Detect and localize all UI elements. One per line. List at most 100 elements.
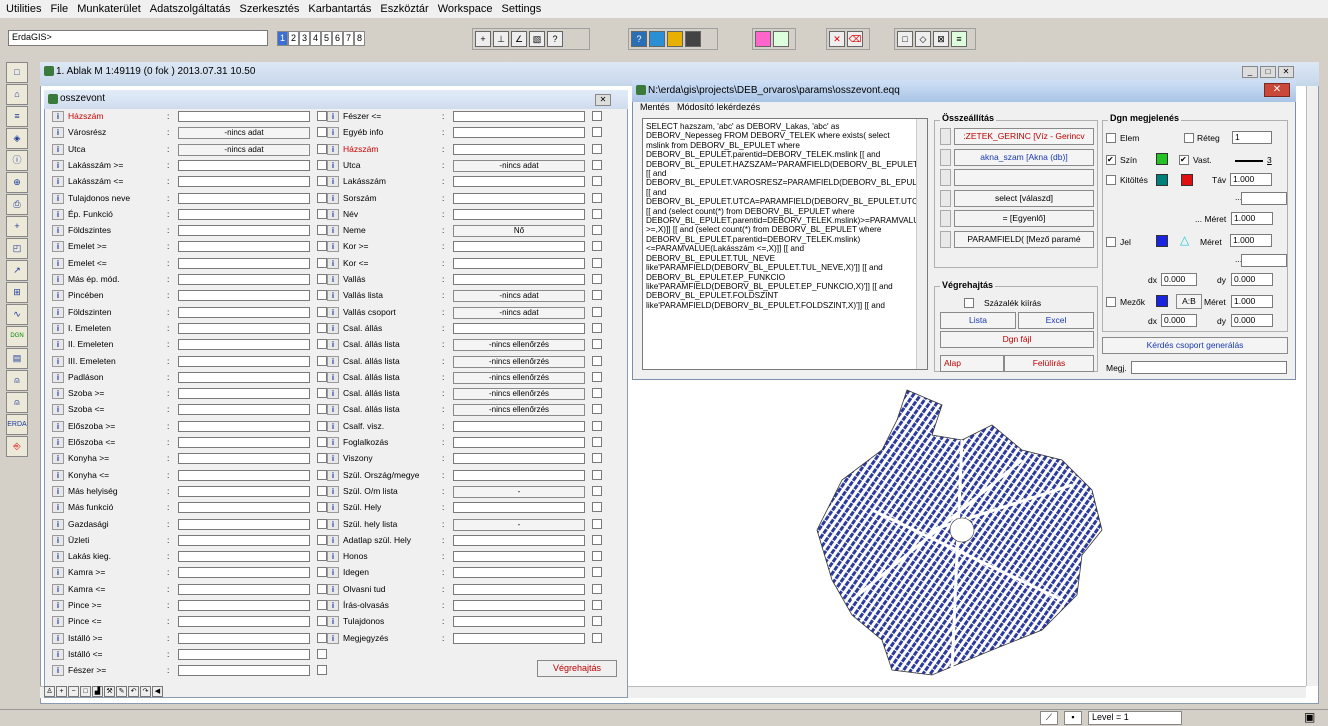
- menu-7[interactable]: Workspace: [438, 3, 493, 15]
- info-icon[interactable]: i: [327, 518, 339, 530]
- info-icon[interactable]: i: [52, 437, 64, 448]
- meret-input-3[interactable]: 1.000: [1231, 295, 1273, 308]
- menu-5[interactable]: Karbantartás: [308, 3, 371, 15]
- row-checkbox[interactable]: [592, 208, 602, 219]
- value-select-button[interactable]: -nincs adat: [178, 127, 310, 140]
- info-icon[interactable]: i: [327, 111, 339, 122]
- value-select-button[interactable]: -nincs ellenőrzés: [453, 404, 585, 417]
- info-icon[interactable]: i: [327, 420, 339, 432]
- row-checkbox[interactable]: [592, 176, 602, 187]
- value-input[interactable]: [178, 632, 310, 644]
- menu-2[interactable]: Munkaterület: [77, 3, 141, 15]
- value-input[interactable]: [453, 534, 585, 546]
- row-checkbox[interactable]: [592, 420, 602, 431]
- param-handle[interactable]: [940, 128, 951, 145]
- info-icon[interactable]: i: [52, 583, 64, 595]
- info-icon[interactable]: i: [327, 567, 339, 579]
- info-icon[interactable]: i: [327, 225, 339, 237]
- row-checkbox[interactable]: [317, 176, 327, 187]
- report-icon[interactable]: ▤: [6, 348, 28, 369]
- value-input[interactable]: [453, 632, 585, 644]
- info-icon[interactable]: i: [52, 420, 64, 432]
- row-checkbox[interactable]: [592, 111, 602, 121]
- info-icon[interactable]: i: [52, 176, 64, 188]
- row-checkbox[interactable]: [317, 567, 327, 578]
- command-input[interactable]: ErdaGIS>: [8, 30, 268, 46]
- reteg-checkbox[interactable]: [1184, 133, 1194, 143]
- execute-button[interactable]: Végrehajtás: [537, 660, 617, 677]
- param-handle[interactable]: [940, 231, 951, 248]
- add-icon[interactable]: +: [6, 216, 28, 237]
- value-input[interactable]: [453, 208, 585, 220]
- menu-6[interactable]: Eszköztár: [380, 3, 428, 15]
- info-icon[interactable]: i: [327, 583, 339, 595]
- info-icon[interactable]: i: [52, 469, 64, 481]
- row-checkbox[interactable]: [317, 648, 327, 659]
- value-input[interactable]: [178, 616, 310, 628]
- info-icon[interactable]: i: [327, 632, 339, 644]
- cross-select-icon[interactable]: ⊠: [933, 31, 949, 47]
- value-input[interactable]: [453, 111, 585, 122]
- value-input[interactable]: [453, 143, 585, 155]
- row-checkbox[interactable]: [592, 127, 602, 138]
- info-icon[interactable]: i: [327, 551, 339, 563]
- symbol-input[interactable]: [1241, 254, 1287, 267]
- value-select-button[interactable]: -nincs ellenőrzés: [453, 388, 585, 401]
- info-icon[interactable]: i: [52, 600, 64, 611]
- info-icon[interactable]: i: [52, 241, 64, 253]
- vast-value[interactable]: 3: [1267, 155, 1272, 165]
- value-input[interactable]: [178, 241, 310, 253]
- value-select-button[interactable]: -nincs adat: [453, 290, 585, 303]
- value-input[interactable]: [453, 437, 585, 448]
- param-handle[interactable]: [940, 148, 951, 166]
- plus-icon[interactable]: +: [56, 686, 67, 697]
- info-icon[interactable]: i: [52, 616, 64, 628]
- value-input[interactable]: [453, 257, 585, 269]
- grid-list-icon[interactable]: ≡: [951, 31, 967, 47]
- row-checkbox[interactable]: [317, 127, 327, 138]
- row-checkbox[interactable]: [592, 371, 602, 382]
- pin-icon[interactable]: ♙: [44, 686, 55, 697]
- info-icon[interactable]: i: [52, 355, 64, 367]
- info-icon[interactable]: i: [52, 159, 64, 171]
- save-icon[interactable]: ▣: [1304, 710, 1320, 725]
- row-checkbox[interactable]: [592, 616, 602, 627]
- shape-select-icon[interactable]: ◇: [915, 31, 931, 47]
- value-input[interactable]: [453, 241, 585, 253]
- kitoltes-color-swatch[interactable]: [1156, 174, 1168, 186]
- row-checkbox[interactable]: [317, 355, 327, 366]
- param-button[interactable]: :ZETEK_GERINC [Víz - Gerincv: [954, 128, 1094, 145]
- minimize-icon[interactable]: _: [1242, 66, 1258, 78]
- alap-button[interactable]: Alap: [940, 355, 1004, 372]
- param-handle[interactable]: [940, 189, 951, 207]
- undo-icon[interactable]: ↶: [128, 686, 139, 697]
- angle-icon[interactable]: ∠: [511, 31, 527, 47]
- jel-color-swatch[interactable]: [1156, 235, 1168, 247]
- value-input[interactable]: [453, 567, 585, 579]
- info-icon[interactable]: i: [52, 111, 64, 122]
- info-icon[interactable]: i: [52, 534, 64, 546]
- view-8-button[interactable]: 8: [354, 31, 365, 46]
- value-input[interactable]: [453, 469, 585, 481]
- value-input[interactable]: [178, 437, 310, 448]
- row-checkbox[interactable]: [592, 339, 602, 350]
- osszevont-close-icon[interactable]: ✕: [595, 94, 611, 106]
- row-checkbox[interactable]: [592, 290, 602, 301]
- info-icon[interactable]: i: [52, 290, 64, 302]
- row-checkbox[interactable]: [592, 534, 602, 545]
- menu-1[interactable]: File: [50, 3, 68, 15]
- row-checkbox[interactable]: [317, 159, 327, 170]
- clear-icon[interactable]: ⌫: [847, 31, 863, 47]
- cube-icon[interactable]: ◈: [6, 128, 28, 149]
- list-lines-icon[interactable]: ≡: [6, 106, 28, 127]
- row-checkbox[interactable]: [592, 192, 602, 203]
- table-icon[interactable]: [649, 31, 665, 47]
- info-icon[interactable]: i: [327, 388, 339, 400]
- rect-select-icon[interactable]: □: [897, 31, 913, 47]
- row-checkbox[interactable]: [317, 437, 327, 447]
- menu-mentes[interactable]: Mentés: [640, 102, 670, 112]
- value-input[interactable]: [178, 355, 310, 367]
- kitoltes-checkbox[interactable]: [1106, 175, 1116, 185]
- value-input[interactable]: [178, 111, 310, 122]
- info-icon[interactable]: i: [52, 502, 64, 514]
